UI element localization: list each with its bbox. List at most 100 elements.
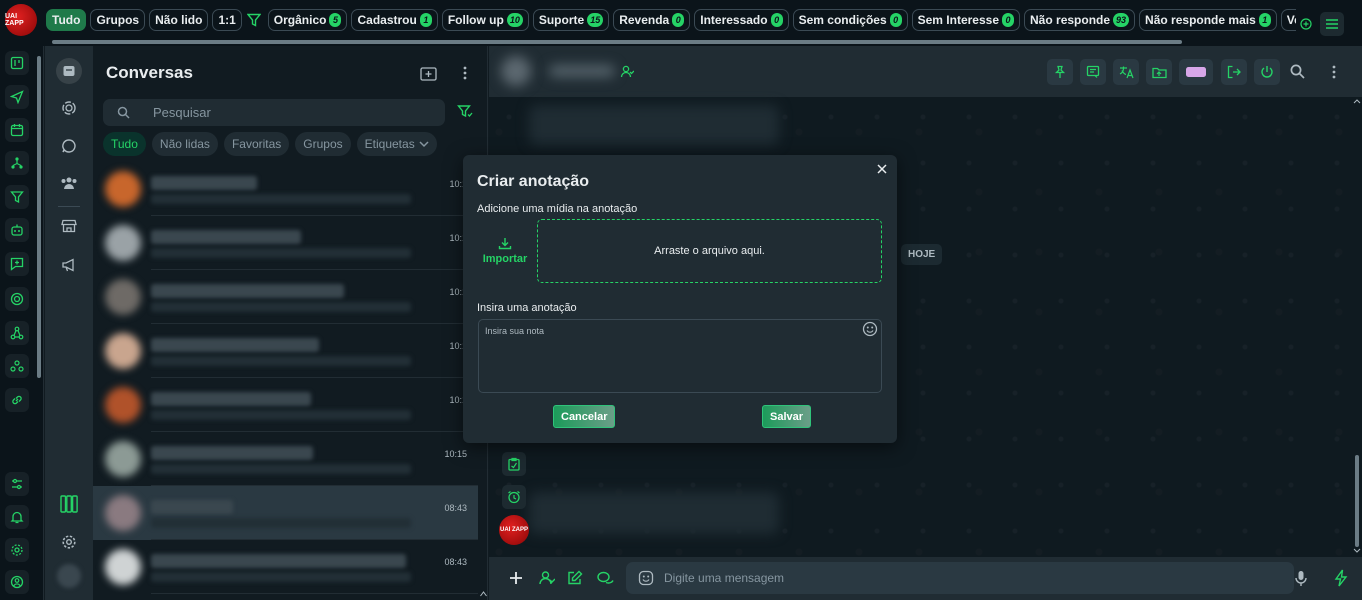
nav-catalog-button[interactable] [57, 214, 81, 238]
rail-calendar-button[interactable] [5, 118, 29, 142]
modal-close-button[interactable] [876, 163, 888, 175]
rail-link-button[interactable] [5, 388, 29, 412]
save-button[interactable]: Salvar [762, 405, 812, 428]
message-bubble [529, 492, 779, 534]
file-dropzone[interactable]: Arraste o arquivo aqui. [537, 219, 882, 283]
message-input[interactable] [664, 562, 1264, 594]
edit-note-button[interactable] [564, 567, 586, 589]
rail-profile-button[interactable] [5, 570, 29, 594]
chat-note-button[interactable] [502, 452, 526, 476]
bot-avatar[interactable]: UAI ZAPP [499, 515, 529, 545]
tag-chip[interactable]: Venda perdida1 [1280, 9, 1296, 31]
unread-filter-icon[interactable] [457, 104, 473, 120]
rail-send-button[interactable] [5, 85, 29, 109]
tag-chip[interactable]: Grupos [90, 9, 146, 31]
rail-scrollbar[interactable] [37, 56, 41, 378]
rail-quick-reply-button[interactable] [5, 252, 29, 276]
nav-communities-button[interactable] [57, 171, 81, 195]
tag-chip[interactable]: Não lido [149, 9, 209, 31]
filter-chip[interactable]: Etiquetas [356, 132, 437, 156]
note-emoji-icon[interactable] [862, 321, 878, 337]
automation-button[interactable] [1330, 567, 1352, 589]
rail-bot-button[interactable] [5, 218, 29, 242]
conversation-row[interactable]: 08:43 [93, 540, 478, 594]
power-button[interactable] [1254, 59, 1280, 85]
chat-search-icon[interactable] [1290, 64, 1305, 79]
emoji-picker-icon[interactable] [638, 570, 654, 586]
filter-chip[interactable]: Grupos [295, 132, 351, 156]
add-circle-icon[interactable] [1300, 18, 1312, 30]
tag-chip[interactable]: Interessado 0 [694, 9, 789, 31]
tag-chip[interactable]: Não responde 93 [1024, 9, 1136, 31]
tag-chip[interactable]: Follow up 10 [441, 9, 529, 31]
rail-settings-sliders-button[interactable] [5, 472, 29, 496]
user-circle-icon [10, 575, 24, 589]
rail-config-button[interactable] [5, 538, 29, 562]
filter-chip[interactable]: Favoritas [223, 132, 290, 156]
filter-chip[interactable]: Não lidas [151, 132, 218, 156]
conversation-row[interactable]: 10:1 [93, 162, 478, 216]
chat-menu-icon[interactable] [1332, 65, 1336, 79]
rail-funnel-button[interactable] [5, 185, 29, 209]
voice-record-button[interactable] [1290, 567, 1312, 589]
conversation-row[interactable]: 10:1 [93, 324, 478, 378]
tag-chip[interactable]: Sem condições 0 [792, 9, 908, 31]
contact-name[interactable] [549, 65, 615, 77]
filter-chip[interactable]: Tudo [103, 132, 146, 156]
nav-settings-button[interactable] [57, 530, 81, 554]
search-input[interactable] [153, 99, 433, 126]
menu-button[interactable] [1320, 12, 1344, 36]
nav-chats-button[interactable] [56, 58, 82, 84]
tag-chip[interactable]: Orgânico 5 [267, 9, 348, 31]
nav-status-button[interactable] [57, 96, 81, 120]
tag-bar-scrollbar[interactable] [52, 40, 1182, 44]
pin-chat-button[interactable] [1047, 59, 1073, 85]
chat-schedule-button[interactable] [502, 485, 526, 509]
nav-profile-avatar[interactable] [57, 564, 81, 588]
conversation-row[interactable]: 08:43 [93, 486, 478, 540]
tag-chip[interactable]: Cadastrou 1 [351, 9, 438, 31]
tag-filter-funnel-icon[interactable] [246, 9, 262, 31]
note-textarea[interactable] [478, 319, 882, 393]
notes-list-button[interactable] [1080, 59, 1106, 85]
import-media-button[interactable]: Importar [479, 233, 531, 269]
chat-scrollbar[interactable] [1352, 97, 1362, 557]
tag-chip[interactable]: Revenda 0 [613, 9, 691, 31]
transfer-folder-button[interactable] [1146, 59, 1172, 85]
conversation-row[interactable]: 10:1 [93, 216, 478, 270]
conversation-row[interactable]: 10:1 [93, 378, 478, 432]
tag-chip[interactable]: Sem Interesse 0 [911, 9, 1021, 31]
app-logo[interactable]: UAI ZAPP [5, 4, 37, 36]
tag-chip[interactable]: Não responde mais 1 [1139, 9, 1277, 31]
rail-flow-button[interactable] [5, 151, 29, 175]
tag-label-button[interactable] [1179, 59, 1213, 85]
translate-button[interactable] [1113, 59, 1139, 85]
conversation-row[interactable]: 10:1 [93, 270, 478, 324]
conversations-menu-button[interactable] [456, 64, 474, 82]
new-chat-button[interactable] [419, 64, 437, 82]
rail-target-button[interactable] [5, 287, 29, 311]
contact-assign-icon[interactable] [620, 65, 634, 78]
rail-network-button[interactable] [5, 321, 29, 345]
rail-notifications-button[interactable] [5, 505, 29, 529]
tag-chip-count: 10 [506, 13, 523, 27]
rail-webhook-button[interactable] [5, 354, 29, 378]
cancel-button[interactable]: Cancelar [553, 405, 616, 428]
conversation-avatar [105, 495, 141, 531]
tag-chip[interactable]: 1:1 [212, 9, 242, 31]
transfer-agent-button[interactable] [536, 567, 558, 589]
chats-icon [62, 64, 76, 78]
message-input-box [626, 562, 1294, 594]
close-ticket-button[interactable] [1221, 59, 1247, 85]
contact-avatar[interactable] [501, 56, 531, 86]
nav-channels-button[interactable] [57, 134, 81, 158]
nav-panels-button[interactable] [57, 492, 81, 516]
rail-kanban-button[interactable] [5, 51, 29, 75]
conversation-row[interactable]: 10:15 [93, 432, 478, 486]
user-transfer-icon [539, 570, 555, 586]
tag-chip[interactable]: Suporte 15 [532, 9, 610, 31]
quick-messages-button[interactable] [594, 567, 616, 589]
nav-ads-button[interactable] [57, 253, 81, 277]
tag-chip[interactable]: Tudo [46, 9, 87, 31]
attach-button[interactable] [505, 567, 527, 589]
